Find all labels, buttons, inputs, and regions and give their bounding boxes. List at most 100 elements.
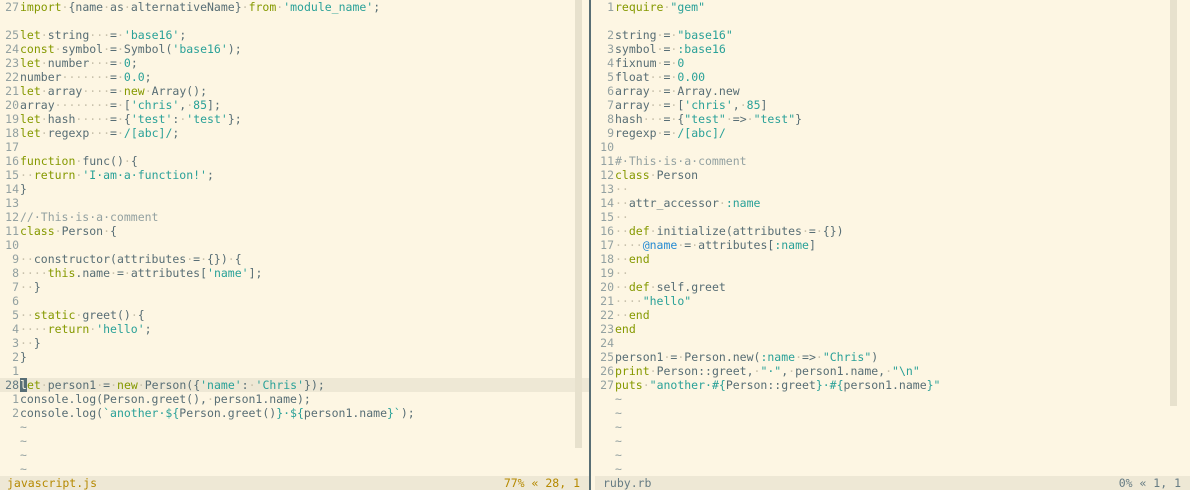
right-editor-pane[interactable]: 1require·"gem" 2string·=·"base16" 3symbol·… [595, 0, 1190, 476]
code-line[interactable]: 21let·array····=·new·Array(); [0, 84, 589, 98]
line-code[interactable]: //·This·is·a·comment [20, 210, 158, 224]
code-line[interactable]: 10 [0, 238, 589, 252]
code-line[interactable]: 15·· [595, 210, 1190, 224]
code-line[interactable]: 15··return·'I·am·a·function!'; [0, 168, 589, 182]
line-code[interactable]: ··attr_accessor·:name [615, 196, 760, 210]
code-line[interactable]: 12class·Person [595, 168, 1190, 182]
line-code[interactable]: ··static·greet()·{ [20, 308, 145, 322]
code-line[interactable]: 13·· [595, 182, 1190, 196]
code-line[interactable]: 20array········=·['chris',·85]; [0, 98, 589, 112]
line-code[interactable]: require·"gem" [615, 0, 705, 14]
line-code[interactable]: ··constructor(attributes·=·{})·{ [20, 252, 242, 266]
line-code[interactable]: } [20, 350, 27, 364]
code-lines[interactable]: 1require·"gem" 2string·=·"base16" 3symbol·… [595, 0, 1190, 476]
code-line[interactable]: ~ [0, 420, 589, 434]
code-line[interactable]: 28let·person1·=·new·Person({'name':·'Chr… [0, 378, 589, 392]
line-code[interactable]: ··end [615, 252, 650, 266]
line-code[interactable]: console.log(Person.greet(),·person1.name… [20, 392, 311, 406]
line-code[interactable]: let·string···=·'base16'; [20, 28, 186, 42]
line-code[interactable]: const·symbol·=·Symbol('base16'); [20, 42, 242, 56]
code-line[interactable]: 18let·regexp···=·/[abc]/; [0, 126, 589, 140]
code-line[interactable]: 19·· [595, 266, 1190, 280]
code-line[interactable]: 5float··=·0.00 [595, 70, 1190, 84]
line-code[interactable]: regexp·=·/[abc]/ [615, 126, 726, 140]
code-line[interactable]: 20··def·self.greet [595, 280, 1190, 294]
line-code[interactable]: ··return·'I·am·a·function!'; [20, 168, 214, 182]
code-line[interactable]: 2} [0, 350, 589, 364]
code-line[interactable]: 19let·hash·····=·{'test':·'test'}; [0, 112, 589, 126]
code-line[interactable]: 22number·······=·0.0; [0, 70, 589, 84]
line-code[interactable]: array··=·Array.new [615, 84, 740, 98]
code-line[interactable]: ~ [595, 434, 1190, 448]
code-line[interactable]: 3symbol·=·:base16 [595, 42, 1190, 56]
line-code[interactable]: function·func()·{ [20, 154, 138, 168]
line-code[interactable]: let·person1·=·new·Person({'name':·'Chris… [20, 378, 325, 392]
line-code[interactable]: person1·=·Person.new(:name·=>·"Chris") [615, 350, 878, 364]
code-line[interactable]: 23let·number···=·0; [0, 56, 589, 70]
line-code[interactable]: symbol·=·:base16 [615, 42, 726, 56]
line-code[interactable]: ····return·'hello'; [20, 322, 152, 336]
line-code[interactable]: ·· [615, 182, 629, 196]
line-code[interactable]: ····@name·=·attributes[:name] [615, 238, 816, 252]
line-code[interactable]: string·=·"base16" [615, 28, 733, 42]
code-line[interactable]: 8····this.name·=·attributes['name']; [0, 266, 589, 280]
code-line[interactable]: 22··end [595, 308, 1190, 322]
line-code[interactable]: hash···=·{"test"·=>·"test"} [615, 112, 802, 126]
left-scrollbar[interactable] [575, 0, 582, 448]
code-line[interactable]: ~ [595, 420, 1190, 434]
code-line[interactable]: 9··constructor(attributes·=·{})·{ [0, 252, 589, 266]
code-line[interactable]: 1console.log(Person.greet(),·person1.nam… [0, 392, 589, 406]
line-code[interactable]: fixnum·=·0 [615, 56, 684, 70]
code-line[interactable]: 14··attr_accessor·:name [595, 196, 1190, 210]
code-line[interactable]: ~ [0, 462, 589, 476]
code-line[interactable]: 4fixnum·=·0 [595, 56, 1190, 70]
code-line[interactable]: 25person1·=·Person.new(:name·=>·"Chris") [595, 350, 1190, 364]
right-scrollbar[interactable] [1170, 0, 1177, 406]
line-code[interactable]: class·Person [615, 168, 698, 182]
code-line[interactable]: 18··end [595, 252, 1190, 266]
code-line[interactable]: 6 [0, 294, 589, 308]
code-line[interactable]: 27puts·"another·#{Person::greet}·#{perso… [595, 378, 1190, 392]
code-line[interactable]: 25let·string···=·'base16'; [0, 28, 589, 42]
code-line[interactable]: 17····@name·=·attributes[:name] [595, 238, 1190, 252]
line-code[interactable]: ·· [615, 266, 629, 280]
line-code[interactable]: float··=·0.00 [615, 70, 705, 84]
code-line[interactable]: 1require·"gem" [595, 0, 1190, 14]
code-line[interactable]: 27import·{name·as·alternativeName}·from·… [0, 0, 589, 14]
code-line[interactable]: ~ [595, 406, 1190, 420]
line-code[interactable]: import·{name·as·alternativeName}·from·'m… [20, 0, 380, 14]
code-line[interactable]: 2console.log(`another·${Person.greet()}·… [0, 406, 589, 420]
code-line[interactable]: 9regexp·=·/[abc]/ [595, 126, 1190, 140]
line-code[interactable]: } [20, 182, 27, 196]
line-code[interactable]: let·hash·····=·{'test':·'test'}; [20, 112, 242, 126]
code-lines[interactable]: 27import·{name·as·alternativeName}·from·… [0, 0, 589, 476]
code-line[interactable] [0, 14, 589, 28]
line-code[interactable]: print·Person::greet,·"·",·person1.name,·… [615, 364, 920, 378]
line-code[interactable]: puts·"another·#{Person::greet}·#{person1… [615, 378, 940, 392]
code-line[interactable]: 5··static·greet()·{ [0, 308, 589, 322]
line-code[interactable]: ··} [20, 336, 41, 350]
code-line[interactable]: 10 [595, 140, 1190, 154]
line-code[interactable]: ·· [615, 210, 629, 224]
line-code[interactable]: ····"hello" [615, 294, 691, 308]
code-line[interactable]: 2string·=·"base16" [595, 28, 1190, 42]
line-code[interactable]: ··def·self.greet [615, 280, 726, 294]
line-code[interactable]: ··def·initialize(attributes·=·{}) [615, 224, 844, 238]
code-line[interactable]: 12//·This·is·a·comment [0, 210, 589, 224]
line-code[interactable]: ····this.name·=·attributes['name']; [20, 266, 262, 280]
line-code[interactable]: end [615, 322, 636, 336]
code-line[interactable]: 16function·func()·{ [0, 154, 589, 168]
code-line[interactable] [595, 14, 1190, 28]
line-code[interactable]: array········=·['chris',·85]; [20, 98, 221, 112]
code-line[interactable]: 4····return·'hello'; [0, 322, 589, 336]
code-line[interactable]: ~ [0, 434, 589, 448]
line-code[interactable]: class·Person·{ [20, 224, 117, 238]
code-line[interactable]: 14} [0, 182, 589, 196]
code-line[interactable]: ~ [595, 448, 1190, 462]
line-code[interactable]: number·······=·0.0; [20, 70, 152, 84]
code-line[interactable]: 17 [0, 140, 589, 154]
code-line[interactable]: 1 [0, 364, 589, 378]
code-line[interactable]: 11#·This·is·a·comment [595, 154, 1190, 168]
line-code[interactable]: let·regexp···=·/[abc]/; [20, 126, 179, 140]
line-code[interactable]: #·This·is·a·comment [615, 154, 747, 168]
